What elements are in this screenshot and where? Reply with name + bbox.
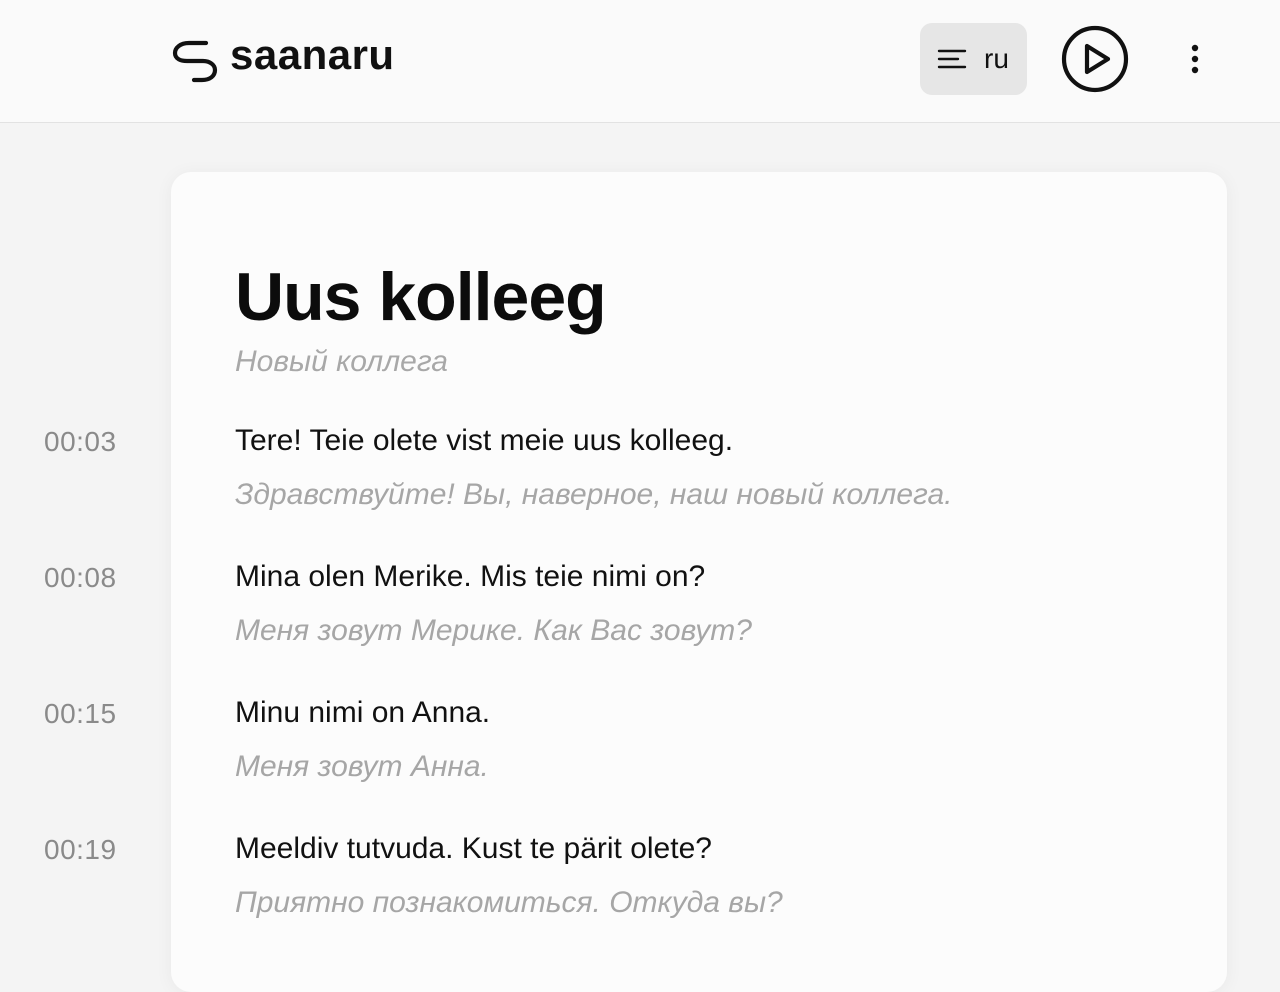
logo-text: saanaru xyxy=(230,31,395,78)
line-text: Meeldiv tutvuda. Kust te pärit olete? xyxy=(235,832,712,865)
line-text: Minu nimi on Anna. xyxy=(235,696,491,729)
timestamp[interactable]: 00:03 xyxy=(44,426,117,458)
line-translation: Здравствуйте! Вы, наверное, наш новый ко… xyxy=(235,478,953,511)
play-icon xyxy=(1061,25,1129,93)
language-label: ru xyxy=(984,43,1009,74)
play-button[interactable] xyxy=(1061,25,1129,93)
text-lines-icon xyxy=(937,49,967,69)
timestamp[interactable]: 00:08 xyxy=(44,562,117,594)
more-vertical-icon xyxy=(1191,44,1199,74)
app-header: saanaru ru xyxy=(0,0,1280,123)
line-translation: Меня зовут Анна. xyxy=(235,750,489,783)
line-text: Tere! Teie olete vist meie uus kolleeg. xyxy=(235,424,734,457)
lesson-subtitle: Новый коллега xyxy=(235,345,448,378)
saanaru-logo-icon xyxy=(172,40,218,83)
line-translation: Приятно познакомиться. Откуда вы? xyxy=(235,886,783,919)
language-toggle-button[interactable]: ru xyxy=(920,23,1027,95)
logo[interactable]: saanaru xyxy=(170,34,395,84)
timestamp[interactable]: 00:19 xyxy=(44,834,117,866)
more-options-button[interactable] xyxy=(1180,40,1210,78)
line-text: Mina olen Merike. Mis teie nimi on? xyxy=(235,560,706,593)
lesson-title: Uus kolleeg xyxy=(235,259,607,335)
line-translation: Меня зовут Мерике. Как Вас зовут? xyxy=(235,614,752,647)
timestamp[interactable]: 00:15 xyxy=(44,698,117,730)
